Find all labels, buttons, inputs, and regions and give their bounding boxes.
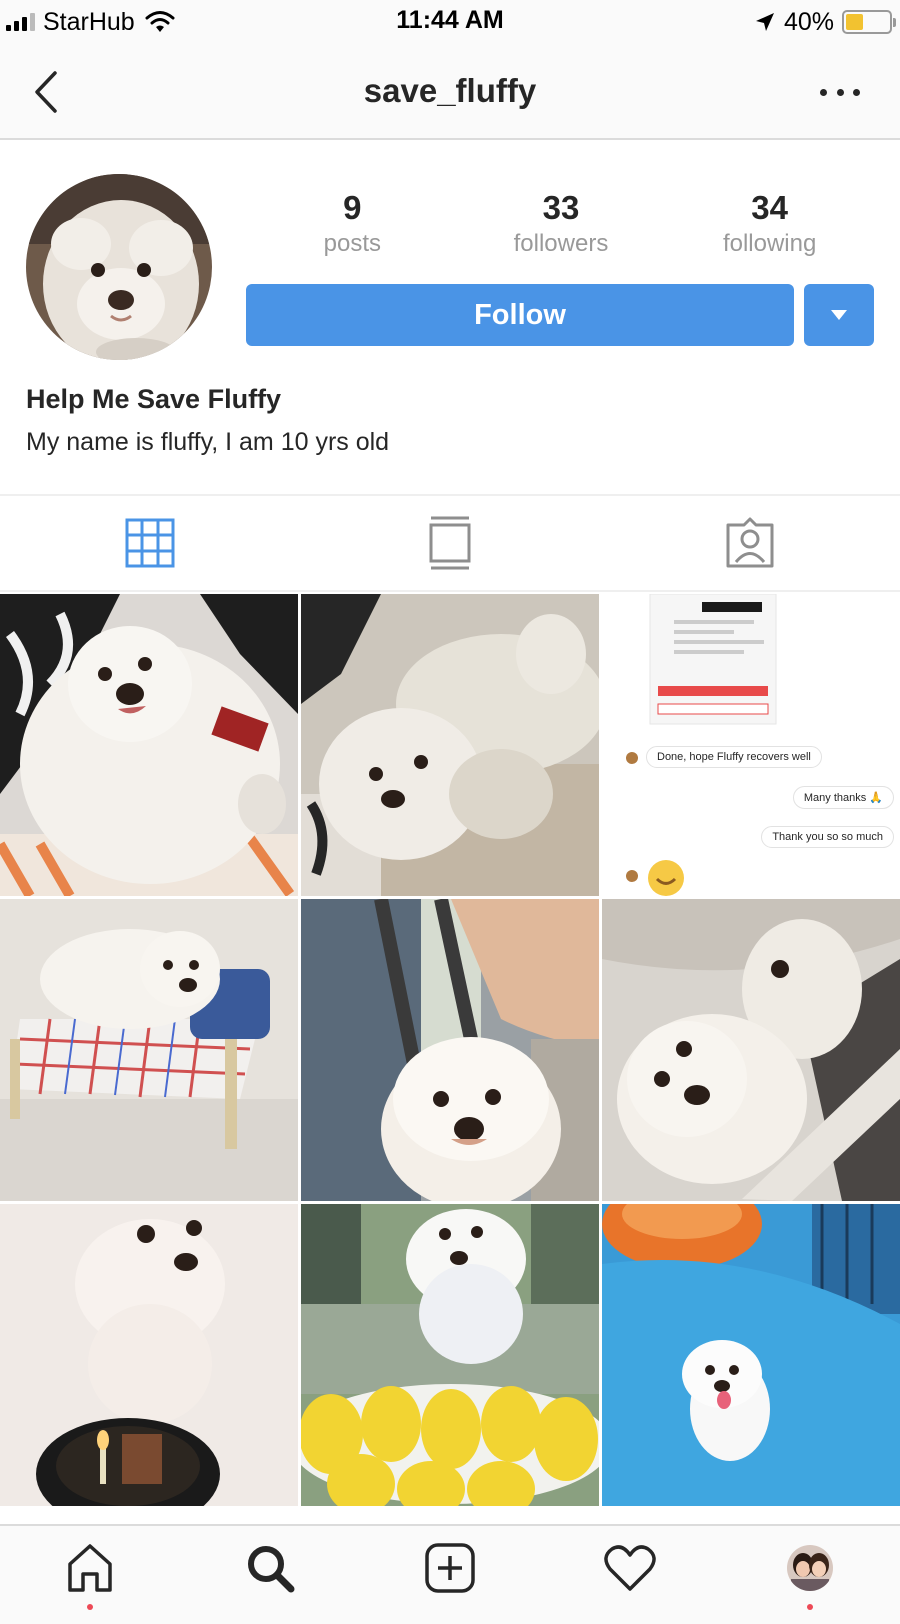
- post-thumbnail-chat-screenshot[interactable]: Done, hope Fluffy recovers well Many tha…: [602, 594, 900, 896]
- profile-stats: 9 posts 33 followers 34 following: [248, 188, 874, 260]
- stat-posts[interactable]: 9 posts: [252, 188, 452, 260]
- battery-icon: [842, 10, 896, 34]
- status-right: 40%: [754, 6, 896, 38]
- notification-dot: [807, 1604, 813, 1610]
- avatar[interactable]: [26, 174, 212, 360]
- more-options-button[interactable]: [820, 82, 860, 102]
- battery-percent: 40%: [783, 7, 834, 36]
- profile-header: save_fluffy: [0, 44, 900, 140]
- profile-avatar-icon: [787, 1545, 833, 1591]
- page-title: save_fluffy: [363, 72, 537, 109]
- post-thumbnail-dog-birthday[interactable]: [0, 1204, 298, 1506]
- post-thumbnail-dog-with-durian[interactable]: [301, 1204, 599, 1506]
- chat-message: Done, hope Fluffy recovers well: [646, 746, 822, 768]
- post-thumbnail-dog-on-playground[interactable]: [602, 1204, 900, 1506]
- tab-grid[interactable]: [0, 496, 300, 590]
- post-image: [0, 594, 298, 896]
- post-image: [602, 1204, 900, 1506]
- profile-display-name: Help Me Save Fluffy: [26, 384, 282, 414]
- grid-icon: [125, 518, 175, 568]
- nav-profile[interactable]: [720, 1526, 900, 1624]
- battery-level: [846, 14, 863, 30]
- nav-new-post[interactable]: [360, 1526, 540, 1624]
- nav-home[interactable]: [0, 1526, 180, 1624]
- profile-tabs: [0, 494, 900, 592]
- post-thumbnail-dog-with-plush[interactable]: [301, 594, 599, 896]
- home-icon: [68, 1544, 112, 1592]
- notification-dot: [87, 1604, 93, 1610]
- bottom-navigation: [0, 1524, 900, 1624]
- post-image: [0, 1204, 298, 1506]
- post-thumbnail-dog-on-blanket[interactable]: [0, 594, 298, 896]
- activity-heart-icon: [604, 1545, 656, 1591]
- location-arrow-icon: [755, 13, 774, 31]
- profile-bio: My name is fluffy, I am 10 yrs old: [26, 428, 390, 456]
- post-image: [301, 899, 599, 1201]
- feed-list-icon: [429, 516, 471, 570]
- post-thumbnail-dog-in-bed[interactable]: [0, 899, 298, 1201]
- nav-search[interactable]: [180, 1526, 360, 1624]
- stat-label: posts: [323, 230, 382, 257]
- post-image: [602, 594, 900, 896]
- follow-button[interactable]: Follow: [246, 284, 794, 346]
- stat-value: 34: [751, 189, 788, 226]
- profile-section: 9 posts 33 followers 34 following Follow…: [0, 142, 900, 496]
- search-icon: [248, 1546, 295, 1593]
- more-dot: [853, 88, 860, 96]
- new-post-icon: [425, 1543, 475, 1593]
- dog-avatar-image: [26, 174, 212, 360]
- tab-feed[interactable]: [300, 496, 600, 590]
- post-thumbnail-dog-in-sling[interactable]: [301, 899, 599, 1201]
- stat-label: followers: [513, 230, 609, 257]
- stat-following[interactable]: 34 following: [670, 188, 870, 260]
- stat-label: following: [722, 230, 817, 257]
- status-bar: StarHub 11:44 AM 40%: [0, 0, 900, 44]
- caret-down-icon: [831, 310, 847, 320]
- more-options-icon: [820, 88, 827, 96]
- tagged-photos-icon: [726, 517, 774, 568]
- post-thumbnail-dog-on-hammock[interactable]: [602, 899, 900, 1201]
- tab-tagged[interactable]: [600, 496, 900, 590]
- stat-value: 9: [343, 189, 362, 226]
- post-image: [0, 899, 298, 1201]
- stat-value: 33: [542, 189, 580, 226]
- chat-message: Many thanks 🙏: [792, 786, 894, 809]
- post-image: [602, 899, 900, 1201]
- suggested-accounts-button[interactable]: [804, 284, 874, 346]
- nav-activity[interactable]: [540, 1526, 720, 1624]
- more-dot: [836, 88, 844, 96]
- stat-followers[interactable]: 33 followers: [461, 188, 661, 260]
- posts-grid: Done, hope Fluffy recovers well Many tha…: [0, 594, 900, 1510]
- post-image: [301, 594, 599, 896]
- chat-message: Thank you so so much: [761, 826, 894, 848]
- profile-avatar-image: [787, 1545, 833, 1591]
- post-image: [301, 1204, 599, 1506]
